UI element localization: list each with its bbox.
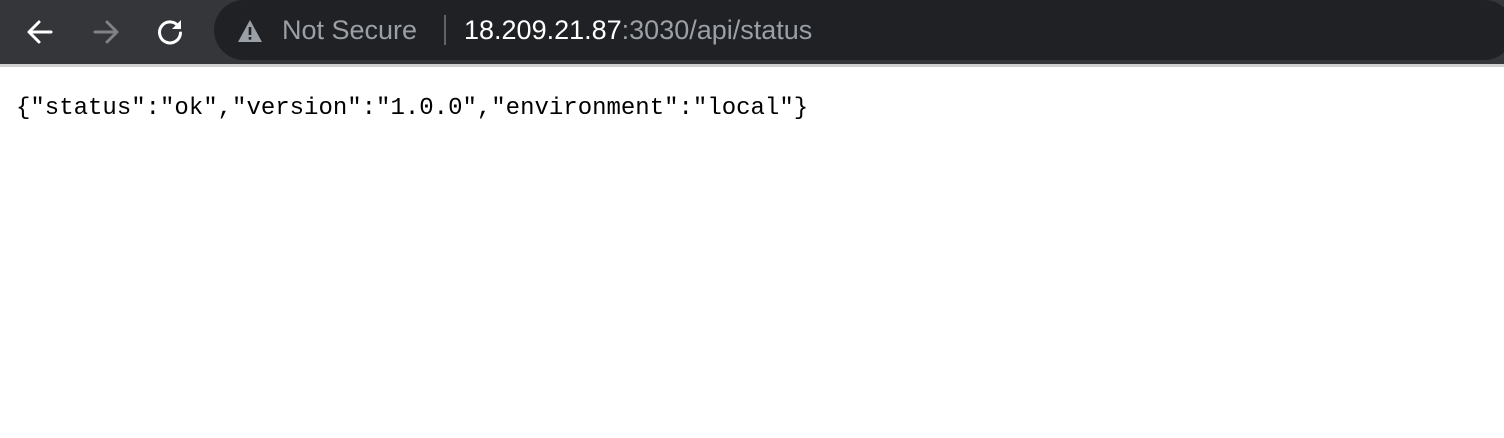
reload-icon — [158, 20, 182, 45]
arrow-right-icon — [93, 20, 119, 44]
warning-triangle-icon[interactable] — [236, 18, 264, 44]
arrow-left-icon — [27, 20, 53, 44]
reload-button[interactable] — [150, 12, 190, 52]
security-status-label[interactable]: Not Secure — [282, 14, 417, 46]
back-button[interactable] — [20, 12, 60, 52]
url-path: :3030/api/status — [621, 15, 813, 45]
url-host: 18.209.21.87 — [464, 15, 622, 45]
forward-button[interactable] — [86, 12, 126, 52]
browser-toolbar: Not Secure 18.209.21.87:3030/api/status — [0, 0, 1504, 67]
json-response-text: {"status":"ok","version":"1.0.0","enviro… — [16, 95, 809, 122]
url-text[interactable]: 18.209.21.87:3030/api/status — [464, 14, 812, 46]
address-bar[interactable]: Not Secure 18.209.21.87:3030/api/status — [214, 0, 1504, 60]
omnibox-separator — [444, 15, 446, 45]
